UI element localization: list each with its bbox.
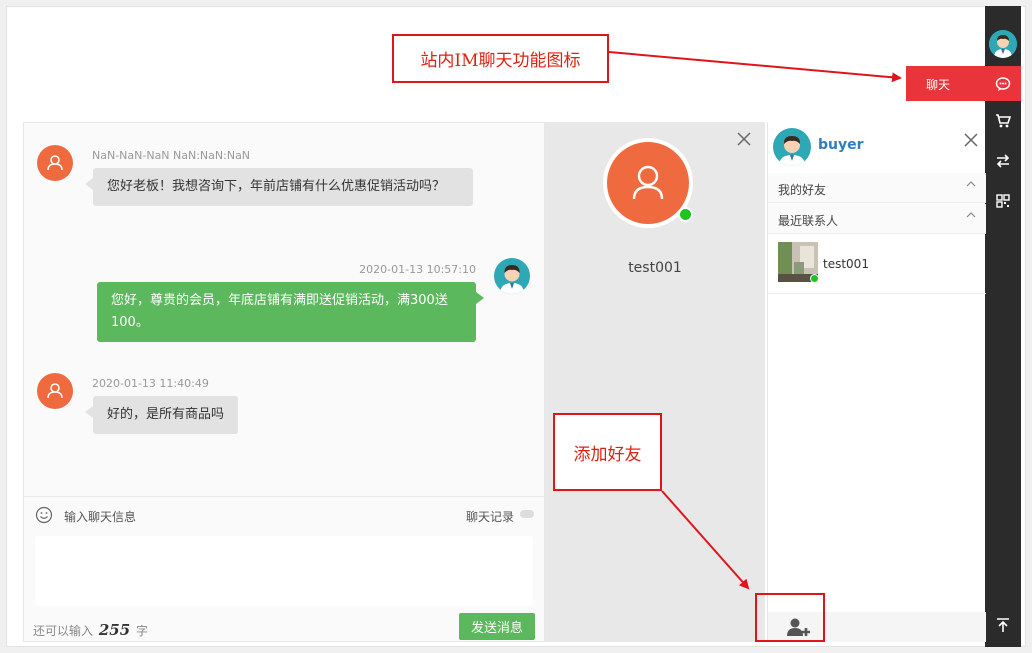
message-timestamp: NaN-NaN-NaN NaN:NaN:NaN	[92, 149, 251, 162]
chat-input-bar: 输入聊天信息 聊天记录	[24, 496, 544, 532]
online-status-dot	[678, 207, 693, 222]
chat-history-link[interactable]: 聊天记录	[466, 508, 514, 525]
section-my-friends[interactable]: 我的好友	[768, 173, 986, 203]
contact-name: test001	[823, 257, 869, 271]
side-toolbar	[985, 6, 1021, 647]
friends-panel: buyer 我的好友 最近联系人 test001	[767, 122, 986, 642]
chat-window: NaN-NaN-NaN NaN:NaN:NaN 您好老板！我想咨询下，年前店铺有…	[23, 122, 545, 642]
buyer-avatar	[773, 128, 811, 166]
close-icon[interactable]	[736, 131, 752, 147]
chat-bubble-icon	[995, 77, 1011, 91]
online-status-dot	[810, 274, 819, 283]
section-label: 最近联系人	[778, 214, 839, 228]
message-input[interactable]	[35, 536, 533, 606]
counter-prefix: 还可以输入	[33, 624, 94, 638]
history-toggle[interactable]	[520, 510, 534, 518]
annotation-add-friend: 添加好友	[553, 413, 662, 491]
send-message-button[interactable]: 发送消息	[459, 613, 535, 640]
message-timestamp: 2020-01-13 11:40:49	[92, 377, 209, 390]
cart-icon[interactable]	[985, 106, 1021, 136]
message-input-hint: 输入聊天信息	[64, 510, 137, 524]
contact-info-panel: test001	[545, 122, 765, 642]
swap-icon[interactable]	[985, 146, 1021, 176]
section-label: 我的好友	[778, 183, 827, 197]
section-recent-contacts[interactable]: 最近联系人	[768, 204, 986, 234]
annotation-highlight-box	[755, 593, 825, 642]
qrcode-icon[interactable]	[985, 186, 1021, 216]
contact-name: test001	[628, 260, 682, 276]
chat-tab-button[interactable]: 聊天	[906, 66, 1021, 101]
back-to-top-icon[interactable]	[985, 610, 1021, 640]
chevron-up-icon	[966, 212, 976, 218]
close-icon[interactable]	[963, 132, 979, 148]
emoji-icon[interactable]	[35, 506, 53, 524]
buyer-avatar	[494, 258, 530, 294]
contact-avatar	[37, 145, 73, 181]
chat-tab-label: 聊天	[926, 78, 951, 92]
counter-value: 255	[98, 621, 131, 639]
message-bubble: 好的，是所有商品吗	[84, 396, 239, 434]
message-timestamp: 2020-01-13 10:57:10	[359, 263, 476, 276]
contact-avatar	[37, 373, 73, 409]
message-bubble: 您好老板！我想咨询下，年前店铺有什么优惠促销活动吗？	[85, 168, 473, 206]
user-avatar[interactable]	[989, 30, 1017, 58]
list-item[interactable]: test001	[768, 236, 986, 294]
char-counter: 还可以输入 255 字	[33, 621, 148, 639]
chevron-up-icon	[966, 181, 976, 187]
current-user-name: buyer	[818, 137, 864, 153]
message-bubble: 您好，尊贵的会员，年底店铺有满即送促销活动，满300送100。	[97, 282, 484, 342]
annotation-im-label: 站内IM聊天功能图标	[392, 34, 609, 83]
counter-suffix: 字	[135, 624, 148, 638]
